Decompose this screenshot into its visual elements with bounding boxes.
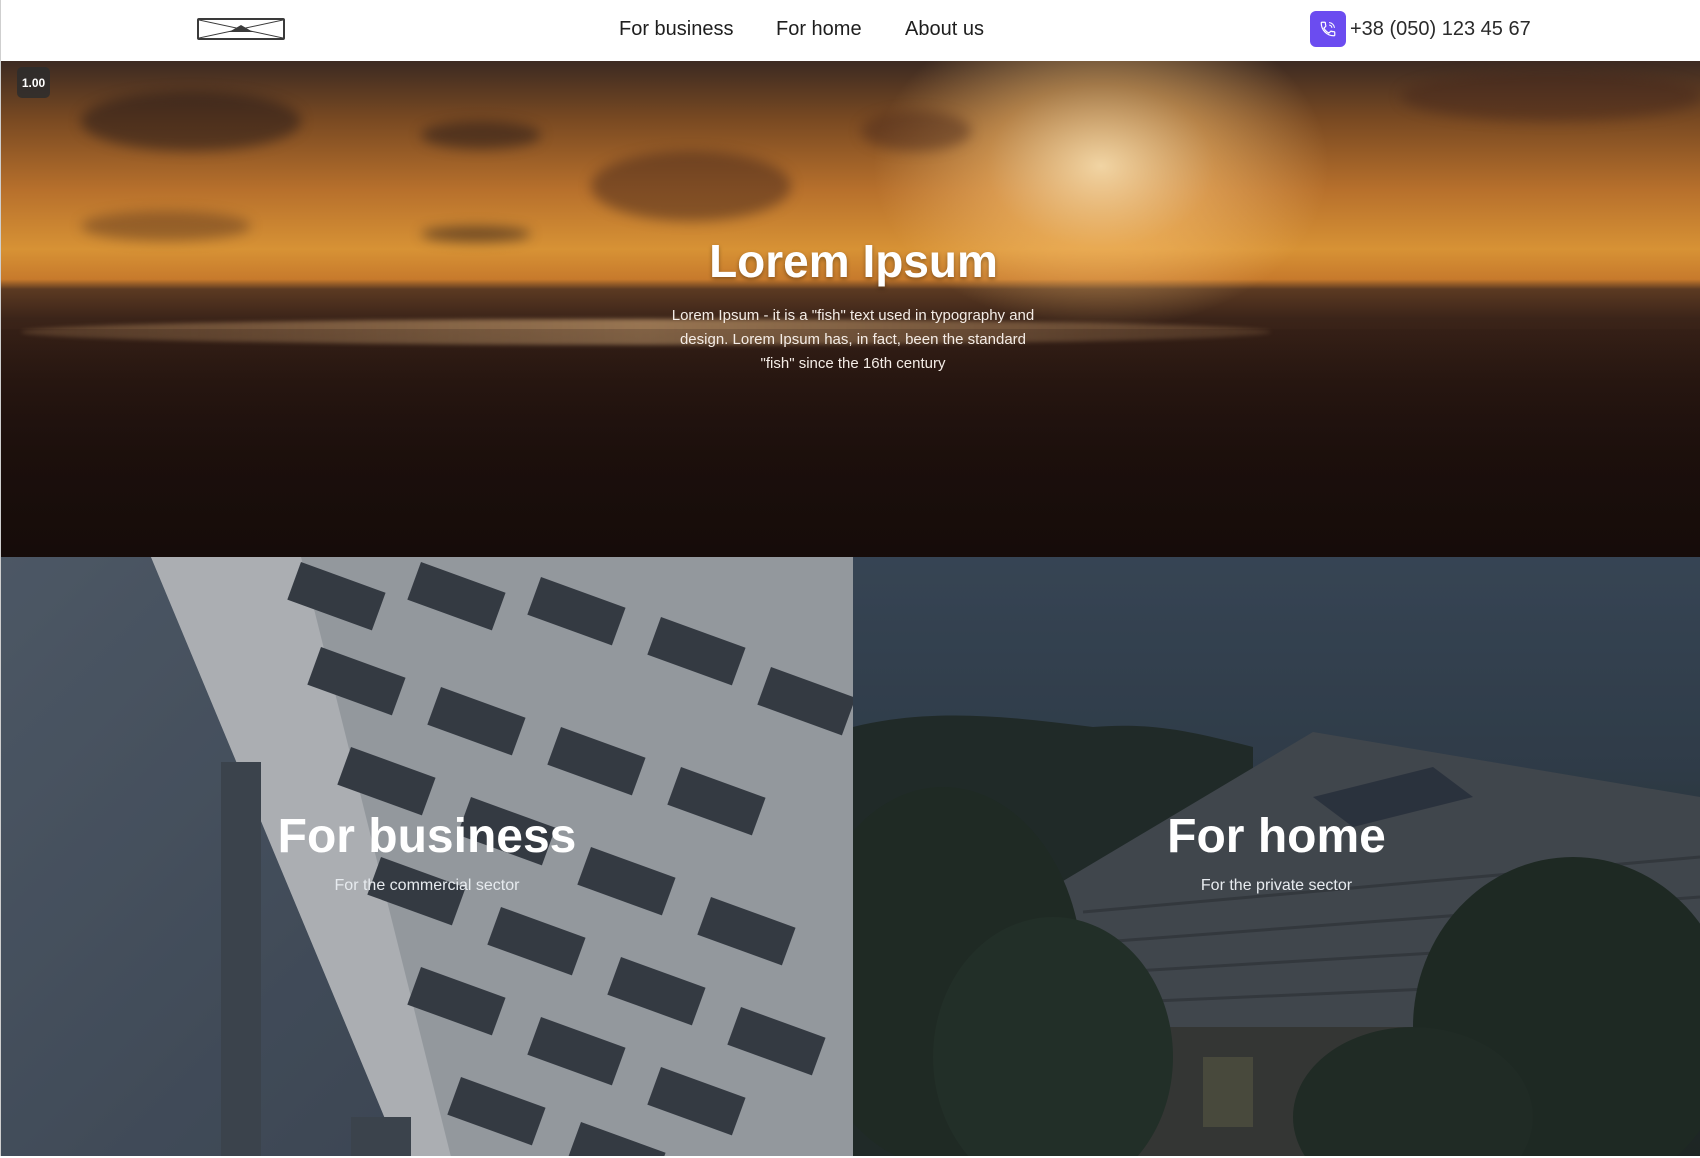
site-header: For business For home About us +38 (050)… [0,0,1700,61]
sector-title-business: For business [277,810,577,863]
zoom-badge: 1.00 [17,67,50,98]
nav-for-business[interactable]: For business [619,18,734,41]
hero-title: Lorem Ipsum [709,235,998,287]
phone-icon [1310,11,1346,47]
hero-section: 1.00 Lorem Ipsum Lorem Ipsum - it is a "… [0,61,1700,557]
sector-subtitle-home: For the private sector [1200,877,1353,894]
nav-for-home[interactable]: For home [776,18,862,41]
phone-number: +38 (050) 123 45 67 [1350,17,1531,40]
hero-content: 1.00 Lorem Ipsum Lorem Ipsum - it is a "… [1,61,1700,557]
sector-title-home: For home [1167,810,1386,863]
sector-subtitle-business: For the commercial sector [334,877,520,894]
hero-description: Lorem Ipsum - it is a "fish" text used i… [671,307,1035,372]
phone-contact[interactable]: +38 (050) 123 45 67 [1310,11,1531,47]
nav-about-us[interactable]: About us [905,18,984,41]
sector-card-business[interactable]: For business For the commercial sector [0,557,853,1157]
sector-card-home[interactable]: For home For the private sector [853,557,1700,1157]
